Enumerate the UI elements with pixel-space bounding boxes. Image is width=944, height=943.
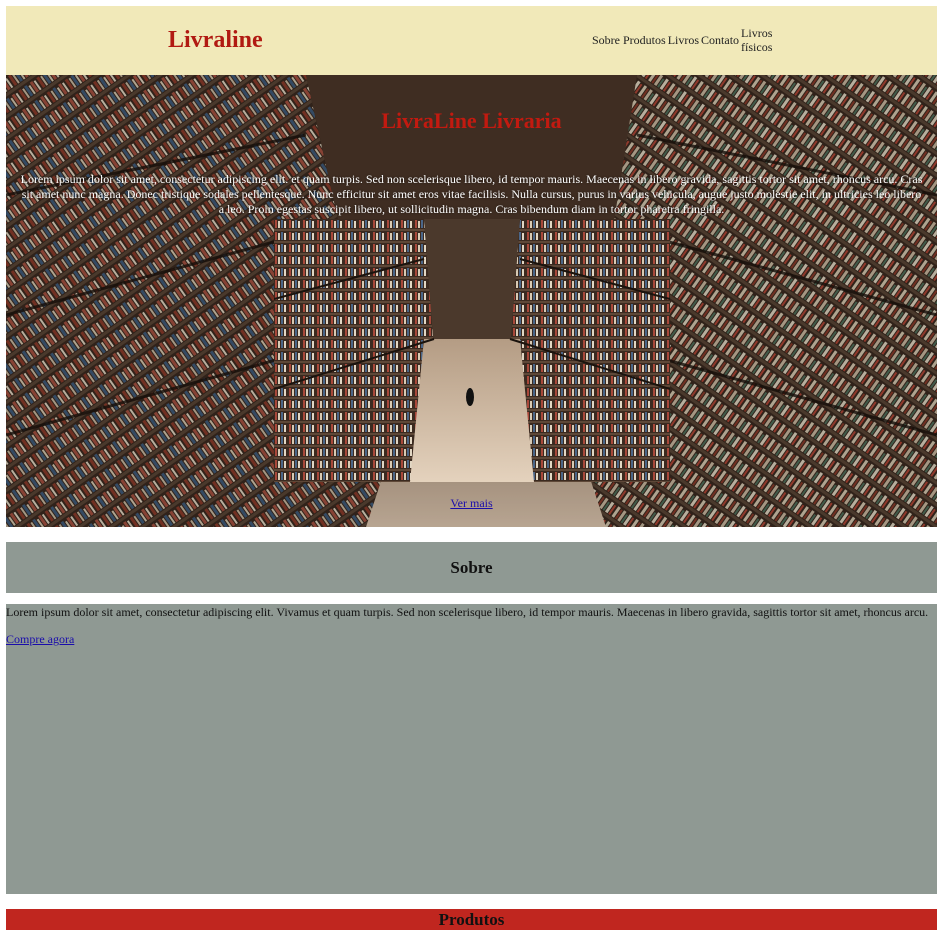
bookstore-photo xyxy=(274,219,670,482)
nav-item-produtos[interactable]: Produtos xyxy=(623,33,666,47)
page: Livraline Sobre Produtos Livros Contato … xyxy=(0,0,944,943)
produtos-section-header: Produtos xyxy=(6,909,937,930)
produtos-title: Produtos xyxy=(438,909,505,929)
nav-item-sobre[interactable]: Sobre xyxy=(592,33,620,47)
sobre-text: Lorem ipsum dolor sit amet, consectetur … xyxy=(6,605,929,619)
compre-agora-link[interactable]: Compre agora xyxy=(6,632,74,646)
sobre-link-wrapper: Compre agora xyxy=(6,632,937,647)
main-nav: Sobre Produtos Livros Contato Livros fís… xyxy=(592,26,775,54)
hero-title: LivraLine Livraria xyxy=(381,108,562,133)
site-header: Livraline Sobre Produtos Livros Contato … xyxy=(6,6,937,75)
hero-section: LivraLine Livraria Lorem ipsum dolor sit… xyxy=(6,75,937,527)
hero-description: Lorem ipsum dolor sit amet, consectetur … xyxy=(20,172,923,216)
hero-link-wrapper: Ver mais xyxy=(6,496,937,511)
sobre-title: Sobre xyxy=(450,557,493,577)
nav-item-livros[interactable]: Livros xyxy=(668,33,699,47)
nav-item-livros-fisicos[interactable]: Livros físicos xyxy=(741,26,775,54)
site-logo[interactable]: Livraline xyxy=(168,26,263,54)
sobre-section-body: Lorem ipsum dolor sit amet, consectetur … xyxy=(6,604,937,894)
nav-item-contato[interactable]: Contato xyxy=(701,33,739,47)
ver-mais-link[interactable]: Ver mais xyxy=(450,496,492,510)
sobre-section-header: Sobre xyxy=(6,542,937,593)
